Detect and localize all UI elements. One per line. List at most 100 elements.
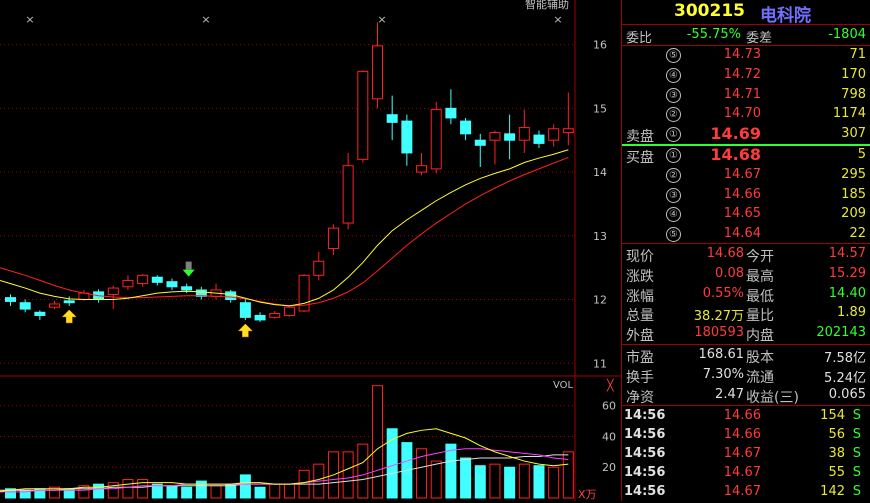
quote-label: 最低: [746, 288, 774, 305]
quote-value: 202143: [816, 325, 866, 341]
stock-name: 电科院: [760, 6, 811, 26]
fundamental-value: 0.065: [828, 386, 866, 402]
quote-label: 今开: [746, 249, 774, 265]
tick-volume: 56: [828, 427, 845, 442]
bid-row[interactable]: ① 14.68 5: [622, 145, 870, 166]
volume-bar: [489, 463, 501, 499]
fundamental-label: 换手: [626, 369, 654, 386]
candle-body: [5, 297, 16, 302]
fundamental-value: 5.24亿: [824, 370, 866, 386]
volume-tick-label: 40: [602, 430, 616, 443]
vol-unit-label: X万: [578, 488, 597, 501]
tick-row[interactable]: 14:56 14.66 154 S: [622, 407, 870, 427]
candle-body: [474, 139, 486, 146]
candle-body: [357, 70, 369, 160]
ask-row[interactable]: ④ 14.72 170: [622, 66, 870, 86]
volume-bar: [445, 443, 457, 499]
vol-label: VOL: [553, 380, 574, 391]
candle-body: [19, 302, 31, 310]
price-tick-label: 15: [593, 102, 607, 115]
ma-line-red: [0, 156, 569, 307]
ask-level-icon: ②: [666, 107, 681, 123]
bid-volume: 22: [849, 226, 866, 242]
quote-row: 外盘 180593 内盘 202143: [622, 324, 870, 344]
close-icon[interactable]: ╳: [606, 378, 615, 392]
weibi-label: 委比: [626, 31, 653, 46]
volume-bar: [269, 483, 281, 499]
bid-level-icon: ②: [666, 167, 681, 183]
price-axis: 16 15 14 13 12 11: [593, 39, 607, 371]
quote-label: 涨跌: [626, 268, 654, 285]
ask-price: 14.69: [710, 124, 761, 144]
volume-bar: [533, 465, 545, 499]
quote-value: 38.27万: [693, 309, 744, 325]
ask-price: 14.73: [723, 47, 761, 62]
candle-body: [166, 281, 178, 288]
volume-bar: [195, 480, 207, 499]
tick-volume: 154: [820, 408, 845, 423]
quote-value: 15.29: [828, 265, 866, 281]
volume-bars: [0, 385, 574, 499]
bid-price: 14.64: [723, 226, 761, 242]
candle-body: [372, 45, 383, 100]
quote-value: 180593: [694, 325, 744, 341]
ask-volume: 307: [841, 126, 866, 142]
ask-price: 14.72: [723, 66, 761, 82]
ask-volume: 1174: [832, 106, 866, 122]
tick-side: S: [852, 446, 861, 461]
ask-level-icon: ③: [666, 87, 681, 103]
buy-signal-icon: [237, 323, 253, 338]
kline-chart[interactable]: × × × × 智能辅助 16 15 14 13 12 11 60 40 20 VOL ╳ X万: [0, 0, 621, 501]
weicha-value: -1804: [828, 27, 866, 42]
candle-body: [548, 128, 560, 141]
tick-row[interactable]: 14:56 14.66 56 S: [622, 426, 870, 446]
bid-level-icon: ⑤: [666, 227, 681, 243]
candle-body: [63, 300, 75, 304]
sell-label: 卖盘: [626, 129, 654, 145]
tick-time: 14:56: [624, 408, 666, 423]
volume-bar: [166, 485, 178, 499]
tick-row[interactable]: 14:56 14.67 142 S: [622, 483, 870, 503]
candle-body: [137, 274, 149, 285]
bid-row[interactable]: ③ 14.66 185: [622, 186, 870, 206]
ask-level-icon: ⑤: [666, 48, 681, 63]
ask-row[interactable]: ① 14.69 307: [622, 124, 870, 145]
tick-row[interactable]: 14:56 14.67 55 S: [622, 464, 870, 484]
candle-body: [416, 165, 428, 173]
fundamental-row: 净资 2.47 收益(三) 0.065: [622, 386, 870, 406]
ask-row[interactable]: ③ 14.71 798: [622, 86, 870, 106]
quote-panel: 300215 电科院 委比 -55.75% 委差 -1804 ⑤ 14.73 71 ④…: [621, 0, 870, 501]
volume-bar: [239, 474, 251, 499]
candle-body: [122, 279, 134, 288]
fundamental-label: 收益(三): [746, 389, 799, 406]
quote-row: 现价 14.68 今开 14.57: [622, 245, 870, 265]
candle-body: [504, 133, 516, 141]
quote-label: 外盘: [626, 328, 654, 345]
tick-price: 14.66: [723, 408, 761, 423]
tick-price: 14.67: [723, 446, 761, 461]
ask-level-icon: ④: [666, 67, 681, 83]
volume-bar: [181, 486, 193, 499]
price-tick-label: 11: [593, 357, 607, 370]
tick-price: 14.66: [723, 427, 761, 442]
volume-bar: [504, 466, 516, 499]
candle-body: [430, 109, 442, 170]
quote-row: 涨跌 0.08 最高 15.29: [622, 265, 870, 285]
ask-row[interactable]: ⑤ 14.73 71: [622, 46, 870, 66]
smart-aid-label[interactable]: 智能辅助: [525, 0, 569, 11]
volume-tick-label: 20: [602, 461, 616, 474]
ask-volume: 170: [841, 66, 866, 82]
tick-row[interactable]: 14:56 14.67 38 S: [622, 445, 870, 465]
top-markers: × × × ×: [25, 13, 562, 26]
ask-row[interactable]: ② 14.70 1174: [622, 105, 870, 125]
volume-bar: [430, 460, 442, 499]
candle-body: [313, 260, 325, 276]
quote-label: 总量: [626, 308, 654, 325]
volume-bar: [474, 465, 486, 499]
bid-row[interactable]: ② 14.67 295: [622, 166, 870, 186]
candle-body: [342, 165, 354, 224]
tick-side: S: [852, 427, 861, 442]
candle-body: [151, 276, 163, 283]
bid-row[interactable]: ④ 14.65 209: [622, 205, 870, 225]
quote-value: 0.55%: [702, 285, 744, 301]
